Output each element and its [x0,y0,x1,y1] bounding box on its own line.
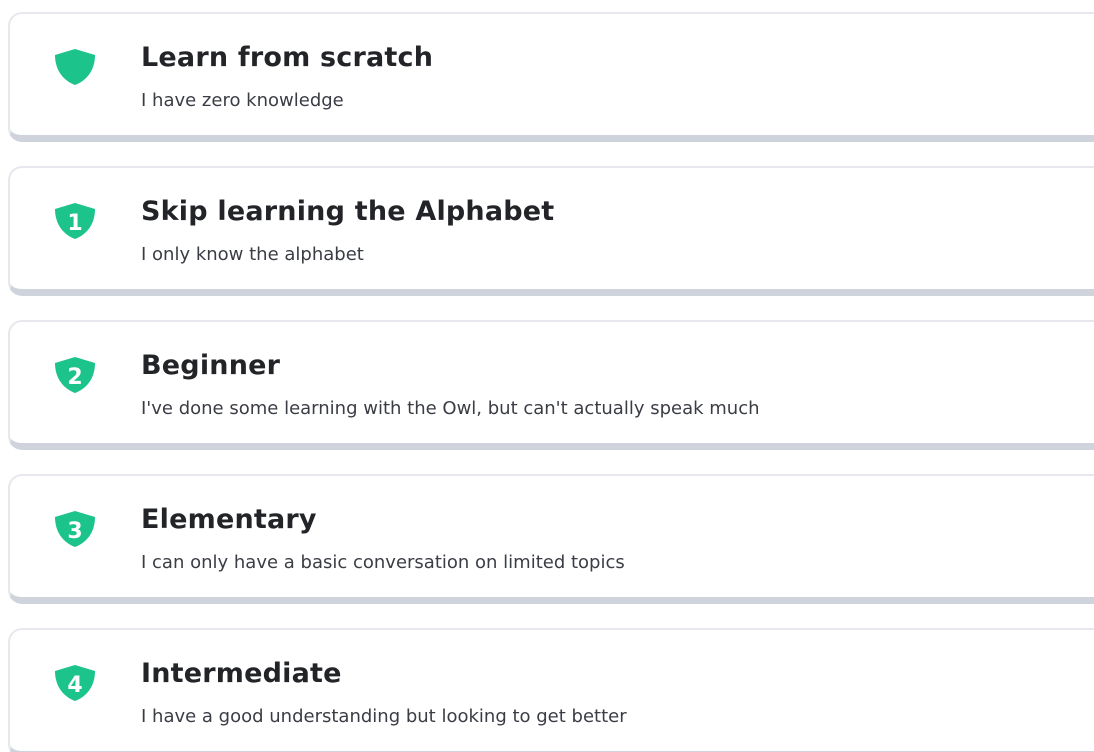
shield-2-icon: 2 [55,357,95,393]
level-badge-number: 1 [67,211,82,236]
level-title: Beginner [141,350,281,381]
level-title: Intermediate [141,658,342,689]
level-subtitle: I've done some learning with the Owl, bu… [141,398,760,419]
level-subtitle: I have zero knowledge [141,90,344,111]
level-title: Learn from scratch [141,42,434,73]
level-option-learn-from-scratch[interactable]: Learn from scratch I have zero knowledge [8,12,1094,142]
level-option-beginner[interactable]: 2 Beginner I've done some learning with … [8,320,1094,450]
level-option-elementary[interactable]: 3 Elementary I can only have a basic con… [8,474,1094,604]
level-subtitle: I have a good understanding but looking … [141,706,627,727]
level-badge-number: 4 [67,673,82,698]
shield-3-icon: 3 [55,511,95,547]
level-badge-number: 3 [67,519,82,544]
level-option-skip-alphabet[interactable]: 1 Skip learning the Alphabet I only know… [8,166,1094,296]
level-title: Elementary [141,504,317,535]
level-badge-number: 2 [67,365,82,390]
shield-4-icon: 4 [55,665,95,701]
level-title: Skip learning the Alphabet [141,196,555,227]
level-option-intermediate[interactable]: 4 Intermediate I have a good understandi… [8,628,1094,752]
shield-1-icon: 1 [55,203,95,239]
level-subtitle: I only know the alphabet [141,244,364,265]
level-subtitle: I can only have a basic conversation on … [141,552,625,573]
shield-icon [55,49,95,85]
proficiency-level-list: Learn from scratch I have zero knowledge… [0,0,1094,752]
